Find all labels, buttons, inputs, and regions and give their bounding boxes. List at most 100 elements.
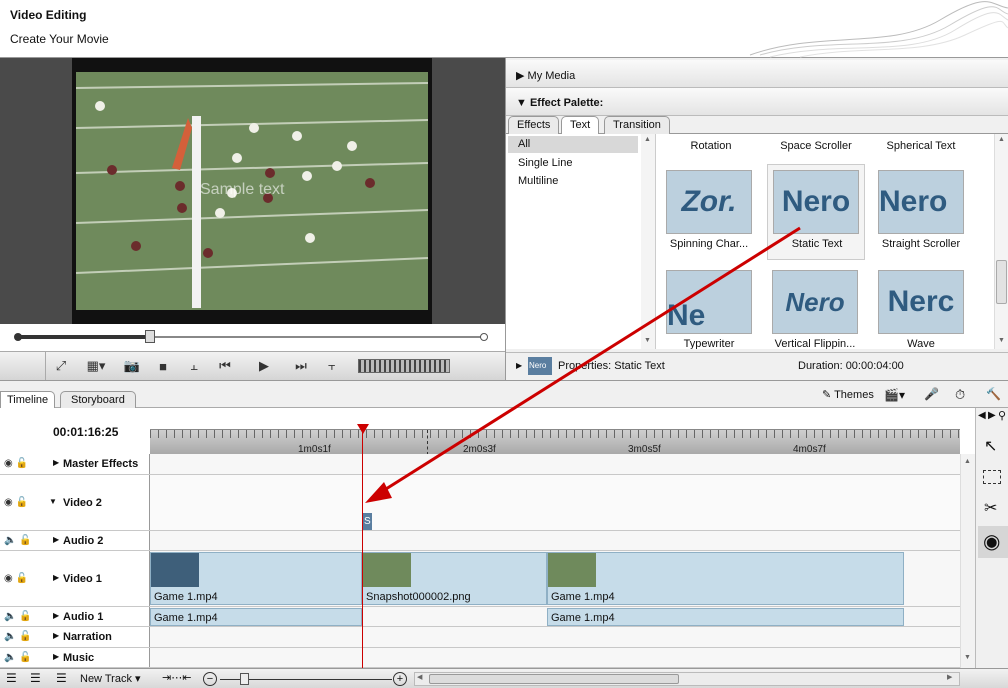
video-clip[interactable]: Game 1.mp4 [547,552,904,605]
my-media-label: My Media [527,70,576,82]
timer-icon[interactable]: ⏱ [955,387,965,403]
clip-thumbnail [363,553,411,587]
effect-item-typewriter[interactable]: Ne Typewriter [666,270,764,349]
timeline-ruler[interactable]: 1m0s1f 2m0s3f 3m0s5f 4m0s7f [150,429,960,455]
effect-thumb-wave: Nerc [878,270,964,334]
tab-effects[interactable]: Effects [508,116,560,134]
effect-label-spherical-text[interactable]: Spherical Text [866,140,976,152]
play-icon[interactable]: ▶ [252,355,276,377]
stop-icon[interactable]: ■ [151,355,175,377]
track-audio-1[interactable]: 🔈 🔓 ▶ Audio 1 Game 1.mp4 Game 1.mp4 [0,607,960,627]
track-video-2[interactable]: ◉ 🔓 ▼ Video 2 S [0,475,960,531]
track-video-1[interactable]: ◉ 🔓 ▶ Video 1 Game 1.mp4 Snapshot000002.pn… [0,551,960,607]
effect-label-static-text: Static Text [791,238,843,250]
effect-tool-icon[interactable]: ◉ [978,526,1008,558]
clip-label: Snapshot000002.png [366,591,471,603]
pointer-tool-icon[interactable]: ↖ [984,436,997,456]
my-media-header[interactable]: ▶ My Media [506,60,1008,88]
timeline-tools: ◀ ▶ ⚲ ↖ ✂ ◉ [975,408,1008,668]
track-audio-2[interactable]: 🔈 🔓 ▶ Audio 2 [0,531,960,551]
effect-item-vertical-flipping[interactable]: Nero Vertical Flippin... [772,270,870,349]
effect-thumb-vertical-flipping: Nero [772,270,858,334]
select-tool-icon[interactable] [983,470,1001,484]
scrub-progress [18,335,150,339]
microphone-icon[interactable]: 🎤 [924,387,939,401]
clip-thumbnail [548,553,596,587]
scissors-icon[interactable]: ✂ [984,498,997,518]
track-name: Video 2 [63,497,102,509]
effect-item-wave[interactable]: Nerc Wave [878,270,976,349]
wrench-icon[interactable]: 🔨 [986,387,1001,401]
scrub-thumb[interactable] [145,330,155,343]
scroll-left-icon[interactable]: ◀ [978,410,986,421]
scroll-right-icon[interactable]: ▶ [988,410,996,421]
clip-thumbnail [151,553,199,587]
zoom-slider-thumb[interactable] [240,673,249,685]
effect-palette-header[interactable]: ▼ Effect Palette: [506,88,1008,116]
display-mode-icon[interactable]: ▦▾ [80,355,112,377]
new-track-button[interactable]: New Track ▾ [80,672,141,685]
header-swoosh-decoration [749,1,1008,58]
category-list: All Single Line Multiline [506,134,656,349]
category-item-single-line[interactable]: Single Line [508,155,638,172]
mark-in-icon[interactable]: ⫠ [182,355,206,377]
effect-item-straight-scroller[interactable]: Nero Straight Scroller [878,170,976,250]
view-mode-1-icon[interactable]: ☰ [6,671,17,685]
view-mode-2-icon[interactable]: ☰ [30,671,41,685]
effect-label-rotation[interactable]: Rotation [656,140,766,152]
effect-item-static-text[interactable]: Nero Static Text [767,164,865,260]
expand-arrow-icon[interactable]: ▶ [516,361,522,370]
effect-item-spinning-char[interactable]: Zor. Spinning Char... [666,170,764,250]
track-narration[interactable]: 🔈 🔓 ▶ Narration [0,627,960,648]
effect-label-vertical-flipping: Vertical Flippin... [774,338,856,349]
collapse-arrow-icon: ▼ [516,97,527,109]
playhead[interactable] [362,424,363,668]
clapper-icon[interactable]: 🎬▾ [884,388,905,402]
video-clip[interactable]: Game 1.mp4 [150,552,362,605]
horizontal-scrollbar-thumb[interactable] [429,674,679,684]
tab-timeline[interactable]: Timeline [0,391,56,409]
image-clip[interactable]: Snapshot000002.png [362,552,547,605]
horizontal-scrollbar[interactable]: ◀ ▶ [414,672,960,686]
next-frame-icon[interactable]: ⏭ [289,355,313,377]
scrub-start-dot [14,333,22,341]
category-item-all[interactable]: All [508,136,638,153]
themes-button[interactable]: ✎ Themes [818,385,880,405]
preview-overlay-text: Sample text [200,181,285,198]
previous-frame-icon[interactable]: ⏮ [213,355,237,377]
timeline-tracks: ◉ 🔓 ▶ Master Effects ◉ 🔓 ▼ Video 2 S 🔈 🔓 ▶ Aud… [0,454,960,668]
timecode: 00:01:16:25 [53,425,119,439]
category-item-multiline[interactable]: Multiline [508,173,638,190]
track-name: Video 1 [63,573,102,585]
audio-clip[interactable]: Game 1.mp4 [547,608,904,626]
effect-grid-scrollbar[interactable]: ▲ ▼ [994,134,1008,349]
new-track-label: New Track [80,673,132,685]
mark-out-icon[interactable]: ⫟ [320,355,344,377]
video-preview[interactable]: Sample text [72,58,432,324]
playhead-handle[interactable] [357,424,369,434]
static-text-clip[interactable]: S [362,513,372,530]
zoom-out-icon[interactable]: − [203,672,217,686]
category-scrollbar[interactable]: ▲ ▼ [641,134,655,349]
scrollbar-thumb[interactable] [996,260,1007,304]
pin-icon[interactable]: ⚲ [998,409,1006,422]
track-name: Audio 1 [63,611,104,623]
view-mode-3-icon[interactable]: ☰ [56,671,67,685]
track-music[interactable]: 🔈 🔓 ▶ Music [0,648,960,668]
preview-scrubber[interactable] [0,324,505,351]
zoom-in-icon[interactable]: + [393,672,407,686]
audio-clip[interactable]: Game 1.mp4 [150,608,362,626]
effect-label-space-scroller[interactable]: Space Scroller [761,140,871,152]
fit-timeline-icon[interactable]: ⇥⋯⇤ [162,671,191,684]
timeline-vertical-scrollbar[interactable]: ▲ ▼ [960,454,975,668]
fullscreen-icon[interactable]: ⤢ [49,355,73,377]
playback-controls: ⤢ ▦▾ 📷 ■ ⫠ ⏮ ▶ ⏭ ⫟ [0,351,505,380]
camera-icon[interactable]: 📷 [120,355,144,377]
duration-label: Duration: 00:00:04:00 [798,360,904,372]
tab-text[interactable]: Text [561,116,600,135]
track-master-effects[interactable]: ◉ 🔓 ▶ Master Effects [0,454,960,475]
tab-transition[interactable]: Transition [604,116,670,134]
jog-shuttle[interactable] [358,359,450,373]
tab-storyboard[interactable]: Storyboard [60,391,136,409]
effect-thumb-straight-scroller: Nero [878,170,964,234]
